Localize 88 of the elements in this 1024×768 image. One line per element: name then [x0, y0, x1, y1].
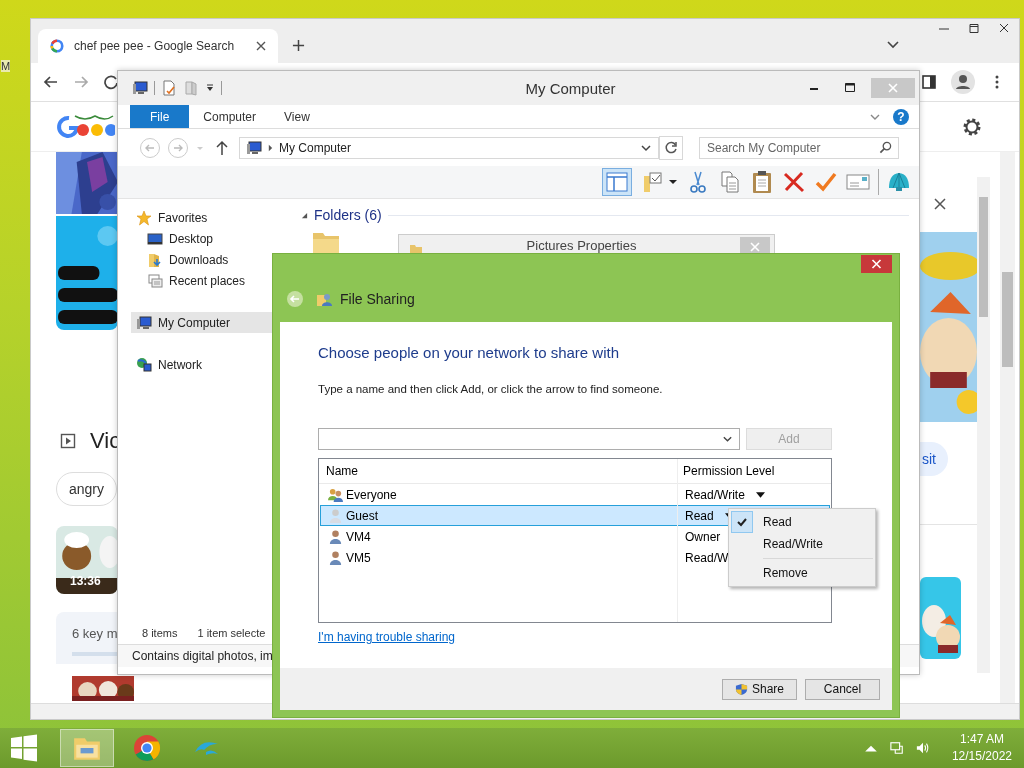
- scrollbar[interactable]: [977, 177, 990, 673]
- network-icon[interactable]: [889, 741, 904, 755]
- group-icon: [328, 487, 343, 502]
- computer-icon[interactable]: [132, 80, 148, 96]
- browser-tab[interactable]: chef pee pee - Google Search: [38, 29, 278, 63]
- user-name: Everyone: [346, 487, 397, 502]
- computer-icon: [246, 139, 262, 156]
- layout-pane-button[interactable]: [602, 168, 632, 196]
- page-scrollbar[interactable]: [1000, 152, 1015, 703]
- group-header[interactable]: Folders (6): [314, 207, 382, 223]
- column-header[interactable]: Name: [319, 464, 677, 478]
- name-combo-field[interactable]: [318, 428, 740, 450]
- nav-item[interactable]: Desktop: [131, 228, 291, 249]
- customize-caret-icon[interactable]: [205, 83, 215, 93]
- delete-icon[interactable]: [782, 170, 806, 194]
- window-title: My Computer: [524, 79, 617, 97]
- checkmark-icon: [736, 516, 748, 528]
- desktop-icon: [147, 230, 163, 247]
- start-button[interactable]: [10, 734, 38, 762]
- user-icon: [328, 550, 343, 565]
- close-icon[interactable]: [933, 197, 947, 211]
- close-tab-icon[interactable]: [256, 41, 266, 51]
- visit-button[interactable]: sit: [920, 442, 948, 476]
- video-icon: [60, 433, 76, 449]
- people-icon: [316, 291, 332, 307]
- user-name: Guest: [346, 508, 378, 523]
- shield-icon: [735, 682, 748, 696]
- item-count: 8 items: [142, 627, 178, 639]
- star-icon: [136, 209, 152, 226]
- user-name: VM5: [346, 550, 371, 565]
- google-icon: [50, 39, 64, 53]
- computer-icon: [136, 314, 152, 331]
- selection-count: 1 item selecte: [197, 627, 266, 639]
- caret-icon[interactable]: [668, 177, 678, 187]
- copy-icon[interactable]: [718, 170, 742, 194]
- permission-level: Owner: [685, 529, 721, 544]
- permission-level: Read: [685, 508, 714, 523]
- search-icon[interactable]: [879, 140, 892, 154]
- permission-level: Read/W: [685, 550, 729, 565]
- share-button[interactable]: Share: [722, 678, 797, 700]
- tab-search-icon[interactable]: [887, 41, 899, 49]
- user-icon: [328, 529, 343, 544]
- checkmark-icon[interactable]: [814, 170, 838, 194]
- ribbon-tab[interactable]: File: [130, 105, 190, 128]
- volume-icon[interactable]: [915, 741, 930, 755]
- address-text: My Computer: [279, 140, 352, 155]
- dropdown-arrow-icon[interactable]: [755, 491, 765, 498]
- ribbon-tab[interactable]: View: [270, 105, 324, 128]
- reload-icon[interactable]: [103, 74, 119, 90]
- ribbon-tab[interactable]: Computer: [189, 105, 271, 128]
- help-button[interactable]: ?: [893, 108, 909, 125]
- window-title: Pictures Properties: [525, 238, 638, 253]
- shell-icon[interactable]: [887, 170, 911, 194]
- expand-ribbon-icon[interactable]: [869, 112, 881, 121]
- user-name: VM4: [346, 529, 371, 544]
- downloads-folder-icon: [147, 251, 163, 268]
- recent-places-icon: [147, 272, 163, 289]
- collapse-arrow-icon[interactable]: [301, 211, 308, 219]
- new-tab-icon[interactable]: [292, 39, 305, 52]
- clipboard-icon[interactable]: [750, 170, 774, 194]
- permission-level: Read/Write: [685, 487, 745, 502]
- key-moments-label[interactable]: 6 key m: [72, 626, 118, 641]
- menu-item[interactable]: Remove: [731, 562, 873, 584]
- user-icon: [328, 508, 343, 523]
- round-logo-icon: [132, 734, 162, 762]
- list-row[interactable]: Everyone Read/Write: [320, 484, 830, 505]
- network-icon: [136, 356, 152, 373]
- nav-item[interactable]: Favorites: [131, 207, 291, 228]
- desktop-icon-label[interactable]: M: [1, 60, 11, 72]
- up-arrow-icon[interactable]: [215, 139, 229, 156]
- close-button[interactable]: [861, 255, 892, 273]
- breadcrumb-arrow-icon[interactable]: [268, 143, 273, 152]
- dialog-heading: Choose people on your network to share with: [318, 344, 619, 361]
- address-bar[interactable]: My Computer: [239, 136, 659, 159]
- side-panel-icon[interactable]: [921, 74, 937, 90]
- cancel-button[interactable]: Cancel: [805, 678, 880, 700]
- search-field[interactable]: Search My Computer: [699, 136, 899, 159]
- dialog-title: File Sharing: [340, 291, 415, 307]
- menu-item[interactable]: Read/Write: [731, 533, 873, 555]
- details-text: Contains digital photos, im: [132, 649, 273, 663]
- column-header[interactable]: Permission Level: [677, 464, 831, 478]
- refresh-button[interactable]: [659, 135, 683, 160]
- trouble-sharing-link[interactable]: I'm having trouble sharing: [318, 630, 456, 644]
- instruction-text: Type a name and then click Add, or click the arrow to find someone.: [318, 383, 663, 395]
- properties-icon[interactable]: [161, 80, 177, 96]
- duration-label: 13:36: [70, 574, 101, 588]
- back-arrow-icon[interactable]: [43, 74, 59, 90]
- profile-icon[interactable]: [951, 70, 975, 94]
